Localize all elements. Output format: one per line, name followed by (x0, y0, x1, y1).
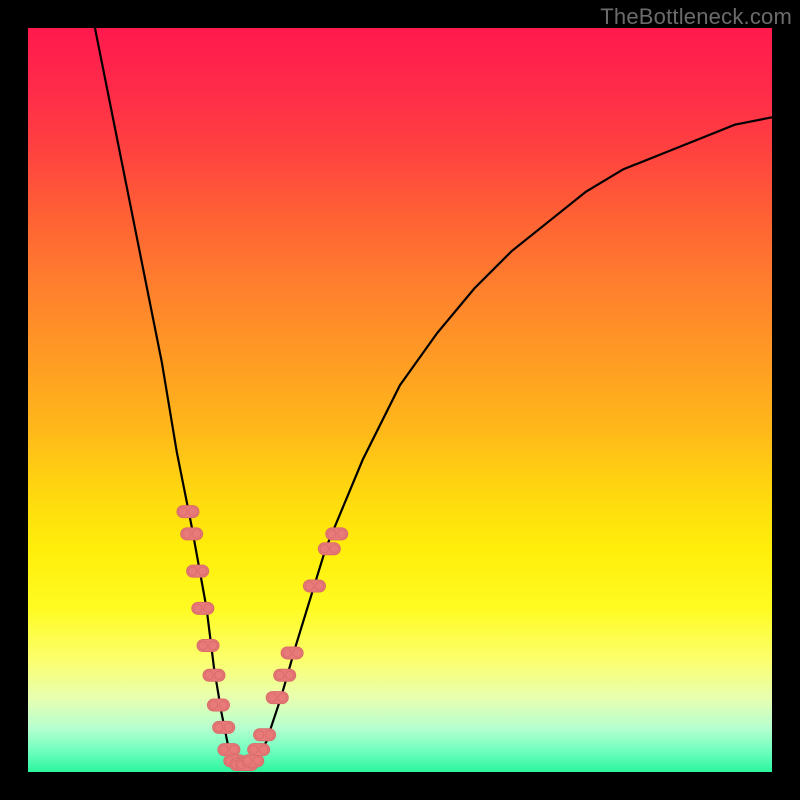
data-point-marker (274, 669, 296, 681)
data-point-marker (230, 759, 252, 771)
data-point-marker (326, 528, 348, 540)
data-point-marker (248, 744, 270, 756)
data-point-marker (192, 602, 214, 614)
data-point-marker (254, 729, 276, 741)
bottleneck-curve (95, 28, 772, 765)
data-point-marker (197, 640, 219, 652)
data-point-marker (213, 721, 235, 733)
data-point-marker (224, 755, 246, 767)
plot-area (28, 28, 772, 772)
data-point-marker (218, 744, 240, 756)
data-point-marker (177, 506, 199, 518)
curve-layer (28, 28, 772, 772)
watermark-text: TheBottleneck.com (600, 4, 792, 30)
data-point-marker (187, 565, 209, 577)
data-point-marker (236, 759, 258, 771)
data-point-marker (303, 580, 325, 592)
chart-frame: TheBottleneck.com (0, 0, 800, 800)
data-point-marker (207, 699, 229, 711)
data-point-marker (203, 669, 225, 681)
data-point-marker (318, 543, 340, 555)
data-point-marker (242, 755, 264, 767)
data-point-marker (181, 528, 203, 540)
data-point-marker (266, 692, 288, 704)
data-point-marker (281, 647, 303, 659)
